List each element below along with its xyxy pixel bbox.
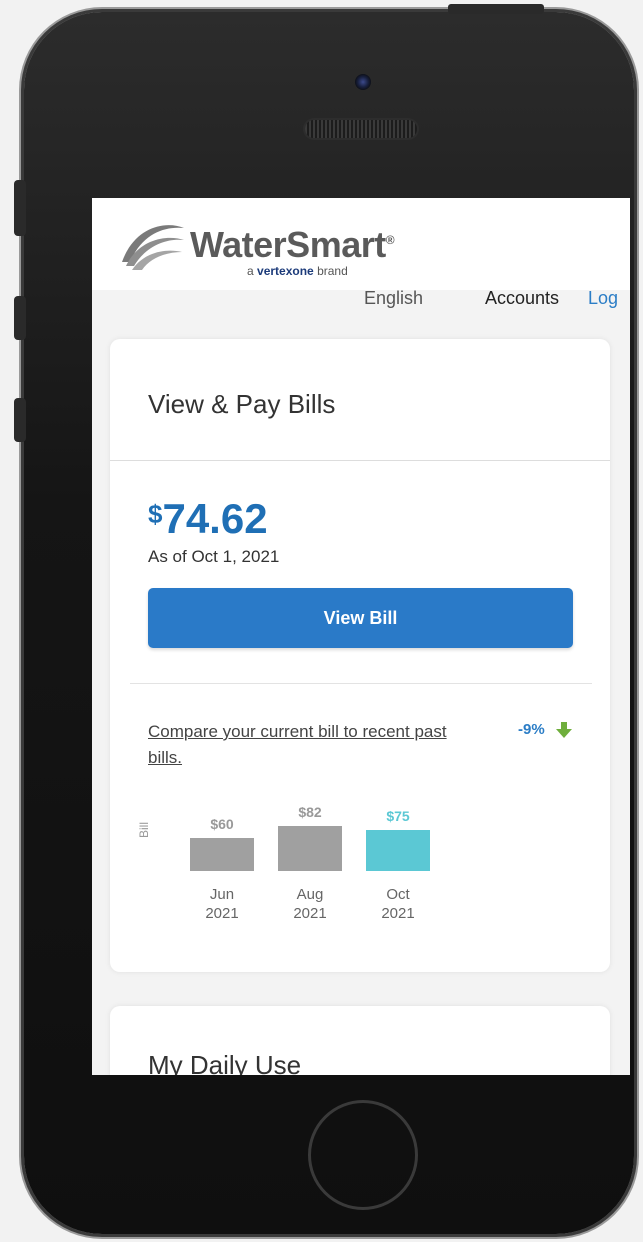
compare-bills-link[interactable]: Compare your current bill to recent past… bbox=[148, 719, 468, 771]
accounts-link[interactable]: Accounts bbox=[485, 288, 559, 309]
card-divider bbox=[110, 460, 610, 461]
bill-bar-label: Aug 2021 bbox=[293, 886, 327, 922]
speaker-grille bbox=[305, 120, 417, 138]
phone-frame: WaterSmart® a vertexone brand English Ac… bbox=[24, 12, 634, 1234]
bill-history-chart: Bill $60 Jun 2021 $82 Aug 2021 $75 Oct 2021 bbox=[137, 799, 448, 929]
bill-amount: $74.62 bbox=[148, 495, 268, 542]
bills-card-title: View & Pay Bills bbox=[148, 389, 336, 419]
view-bill-button[interactable]: View Bill bbox=[148, 588, 573, 648]
daily-use-card: My Daily Use bbox=[110, 1006, 610, 1075]
wave-logo-icon bbox=[122, 225, 184, 270]
bill-bar bbox=[278, 825, 342, 871]
bill-change-percent: -9% bbox=[518, 721, 545, 738]
section-divider bbox=[130, 683, 592, 684]
volume-down-button bbox=[14, 398, 26, 442]
volume-up-button bbox=[14, 296, 26, 340]
bill-bar-value: $75 bbox=[386, 807, 410, 824]
brand-tagline: a vertexone brand bbox=[247, 264, 348, 278]
mute-switch bbox=[14, 180, 26, 236]
bill-bar-value: $60 bbox=[210, 816, 234, 832]
daily-use-title: My Daily Use bbox=[148, 1050, 302, 1075]
logout-link[interactable]: Log bbox=[588, 288, 618, 309]
power-button bbox=[448, 4, 544, 14]
chart-axis-label: Bill bbox=[137, 821, 152, 839]
bill-bar bbox=[190, 838, 254, 871]
camera-icon bbox=[355, 74, 371, 90]
bills-card: View & Pay Bills $74.62 As of Oct 1, 202… bbox=[110, 339, 610, 972]
watersmart-logo[interactable]: WaterSmart® a vertexone brand bbox=[120, 216, 395, 278]
bill-bar-label: Oct 2021 bbox=[381, 886, 415, 922]
app-screen: WaterSmart® a vertexone brand English Ac… bbox=[92, 198, 630, 1075]
bill-bar-value: $82 bbox=[298, 803, 322, 820]
bill-as-of-date: As of Oct 1, 2021 bbox=[148, 547, 280, 566]
bill-bar-label: Jun 2021 bbox=[205, 886, 239, 922]
bill-bar bbox=[366, 829, 430, 871]
language-selector[interactable]: English bbox=[364, 288, 423, 309]
app-header: WaterSmart® a vertexone brand bbox=[92, 198, 630, 290]
down-arrow-icon bbox=[556, 722, 572, 738]
brand-name: WaterSmart® bbox=[190, 224, 395, 265]
home-button[interactable] bbox=[308, 1100, 418, 1210]
